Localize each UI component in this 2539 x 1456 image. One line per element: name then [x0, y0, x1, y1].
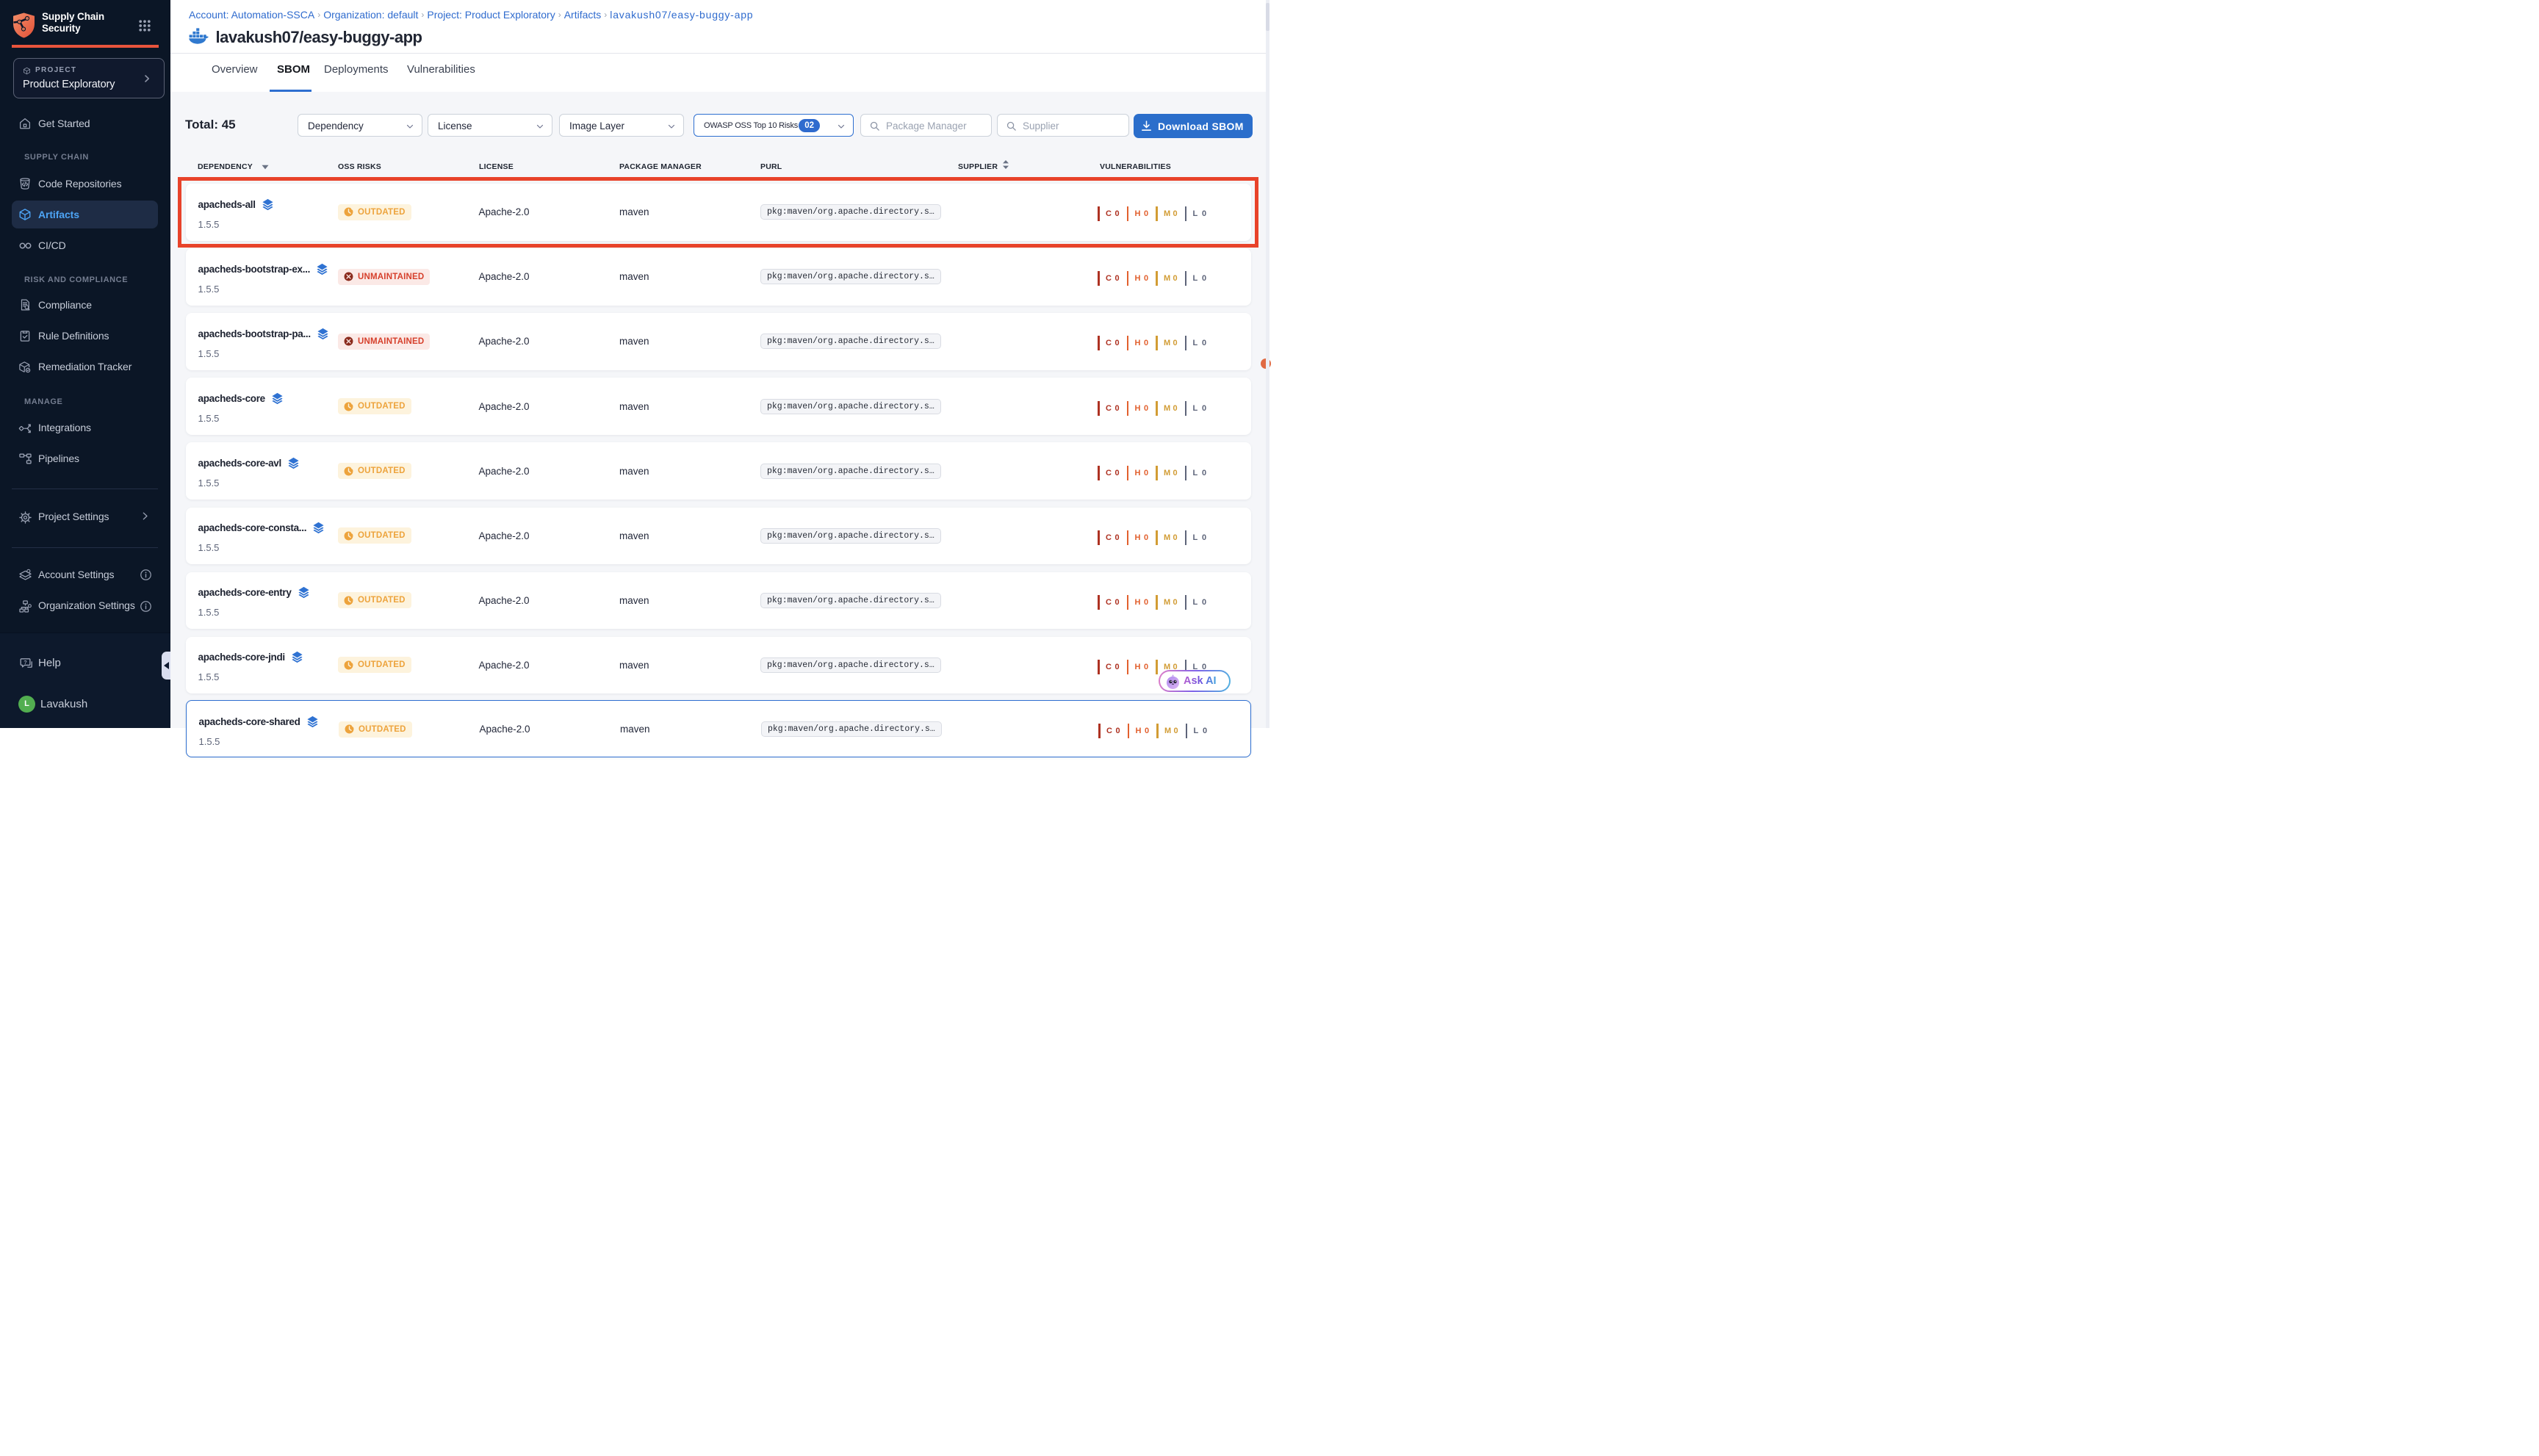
svg-text:?: ? — [24, 660, 26, 666]
